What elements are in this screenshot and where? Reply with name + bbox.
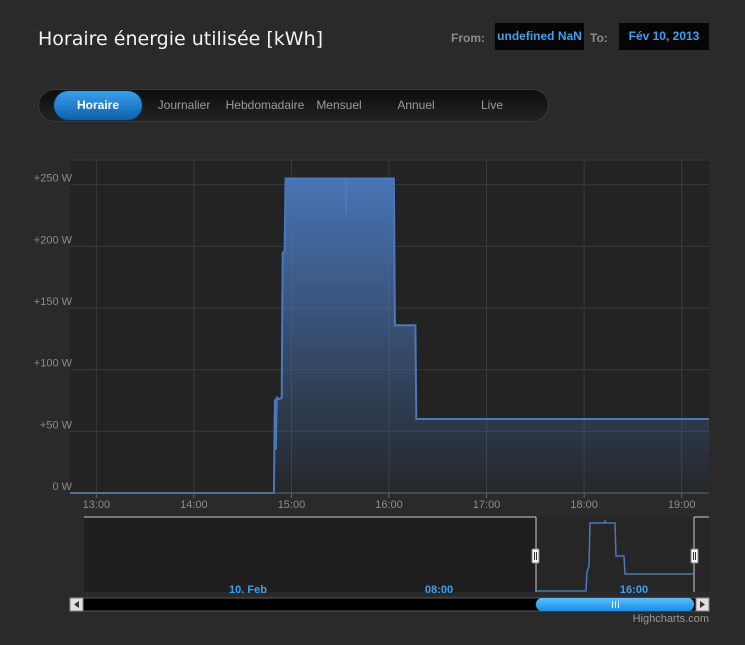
y-tick-label: +250 W xyxy=(34,173,73,185)
scrollbar-right-button[interactable] xyxy=(695,597,710,612)
x-axis: 13:00 14:00 15:00 16:00 17:00 18:00 19:00 xyxy=(70,492,709,511)
y-tick-label: +150 W xyxy=(34,296,73,308)
credits-link[interactable]: Highcharts.com xyxy=(633,613,709,625)
scrollbar[interactable] xyxy=(69,597,710,612)
navigator-handle-left[interactable] xyxy=(531,548,540,564)
x-tick-label: 17:00 xyxy=(473,499,501,511)
scrollbar-left-button[interactable] xyxy=(69,597,84,612)
energy-chart: 0 W +50 W +100 W +150 W +200 W +250 W 13:00 14… xyxy=(34,159,710,625)
y-tick-label: +50 W xyxy=(40,419,73,431)
y-tick-label: +100 W xyxy=(34,358,73,370)
x-tick-label: 15:00 xyxy=(278,499,306,511)
navigator-tick-label: 10. Feb xyxy=(229,584,267,596)
x-tick-label: 19:00 xyxy=(668,499,696,511)
x-tick-label: 16:00 xyxy=(375,499,403,511)
navigator-handle-right[interactable] xyxy=(690,548,699,564)
navigator: 10. Feb 08:00 16:00 xyxy=(84,516,709,596)
y-tick-label: +200 W xyxy=(34,234,73,246)
navigator-mask xyxy=(84,517,536,592)
x-tick-label: 13:00 xyxy=(83,499,111,511)
navigator-tick-label: 16:00 xyxy=(620,584,648,596)
x-tick-label: 18:00 xyxy=(570,499,598,511)
y-tick-label: 0 W xyxy=(52,481,72,493)
y-axis: 0 W +50 W +100 W +150 W +200 W +250 W xyxy=(34,173,73,493)
x-tick-label: 14:00 xyxy=(180,499,208,511)
navigator-tick-label: 08:00 xyxy=(425,584,453,596)
